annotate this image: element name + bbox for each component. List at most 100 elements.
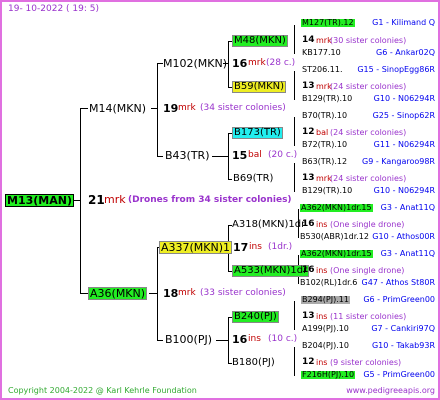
connector-g2a-vertical <box>228 41 229 87</box>
gen4-6-code: G9 - Kangaroo98R <box>362 157 435 166</box>
connector-g2b-vertical <box>228 133 229 179</box>
gen3-2-num: 12 <box>302 127 315 137</box>
gen1-bot-note: (33 sister colonies) <box>200 288 286 298</box>
gen2-d-name[interactable]: B100(PJ) <box>165 334 212 345</box>
connector-g2d <box>216 340 228 341</box>
gen3-3-name[interactable]: B69(TR) <box>233 174 273 184</box>
gen1-top-note: (34 sister colonies) <box>200 103 286 113</box>
gen3-5-note: (One single drone) <box>330 266 405 275</box>
root-mrk: mrk <box>104 193 126 206</box>
footer-copyright: Copyright 2004-2022 @ Karl Kehrle Founda… <box>8 386 197 395</box>
gen3-6-note: (11 sister colonies) <box>330 312 407 321</box>
connector-gen1-bot <box>80 293 88 294</box>
gen4-4-code: G25 - Sinop62R <box>372 111 435 120</box>
gen3-0-num: 14 <box>302 35 315 45</box>
gen4-1-name[interactable]: KB177.10 <box>302 49 341 57</box>
gen4-12-code: G6 - PrimGreen00 <box>363 295 435 304</box>
gen3-7-note: (9 sister colonies) <box>330 358 402 367</box>
connector-g3-2 <box>294 117 295 146</box>
gen4-0-name[interactable]: M127(TR).12 <box>301 19 355 27</box>
gen3-7-name[interactable]: B180(PJ) <box>232 358 275 368</box>
pedigree-chart: 19- 10-2022 ( 19: 5) M13(MAN) 21 mrk (Dr… <box>0 0 440 400</box>
connector-a36-d <box>157 340 163 341</box>
gen4-13-code: G7 - Cankiri97Q <box>371 324 435 333</box>
gen4-2-code: G15 - SinopEgg86R <box>357 65 435 74</box>
connector-gen1-vertical <box>80 108 81 293</box>
gen3-1-name[interactable]: B59(MKN) <box>232 81 287 93</box>
gen4-0-code: G1 - Kilimand Q <box>372 18 435 27</box>
gen4-12-name[interactable]: B294(PJ).11 <box>301 296 350 304</box>
gen4-11-name[interactable]: B102(RL)1dr.6 <box>300 279 357 287</box>
connector-g3-1 <box>294 71 295 100</box>
gen4-5-code: G11 - N06294R <box>373 140 435 149</box>
gen3-3-num: 13 <box>302 173 315 183</box>
gen2-d-mrk: ins <box>248 334 261 344</box>
gen4-4-name[interactable]: B70(TR).10 <box>302 112 347 120</box>
gen4-14-name[interactable]: B204(PJ).10 <box>302 342 349 350</box>
gen3-4-note: (One single drone) <box>330 220 405 229</box>
gen4-1-code: G6 - Ankar02Q <box>376 48 435 57</box>
root-note: (Drones from 34 sister colonies) <box>128 195 292 205</box>
gen2-c-note: (1dr.) <box>268 242 293 252</box>
gen1-top-mrk: mrk <box>178 103 196 113</box>
gen4-3-name[interactable]: B129(TR).10 <box>302 95 352 103</box>
gen3-5-mrk: ins <box>316 266 328 275</box>
gen2-d-num: 16 <box>232 333 248 346</box>
gen2-a-mrk: mrk <box>248 58 266 68</box>
gen2-a-note: (28 c.) <box>266 58 296 68</box>
connector-m14-b <box>157 156 163 157</box>
gen3-4-name[interactable]: A318(MKN)1dr <box>232 220 305 230</box>
connector-gen1-top <box>80 108 88 109</box>
gen2-d-note: (10 c.) <box>268 334 298 344</box>
gen4-5-name[interactable]: B72(TR).10 <box>302 141 347 149</box>
gen1-bot-mrk: mrk <box>178 288 196 298</box>
root-num: 21 <box>88 193 105 207</box>
gen3-5-name[interactable]: A533(MKN)1dr <box>232 265 310 277</box>
gen3-2-mrk: bal <box>316 128 329 137</box>
gen4-7-code: G10 - N06294R <box>373 186 435 195</box>
gen1-top-name[interactable]: M14(MKN) <box>89 103 146 114</box>
connector-g2b <box>212 156 228 157</box>
gen2-c-name[interactable]: A337(MKN)1 <box>159 241 233 254</box>
gen1-bot-num: 18 <box>163 287 179 300</box>
gen4-13-name[interactable]: A199(PJ).10 <box>302 325 349 333</box>
gen4-9-name[interactable]: B530(ABR)1dr.12 <box>300 233 369 241</box>
gen3-5-num: 16 <box>302 265 315 275</box>
gen4-6-name[interactable]: B63(TR).12 <box>302 158 347 166</box>
gen4-15-code: G5 - PrimGreen00 <box>363 370 435 379</box>
gen2-c-num: 17 <box>233 241 249 254</box>
gen4-15-name[interactable]: F216H(PJ).10 <box>301 371 356 379</box>
gen3-7-mrk: ins <box>316 358 328 367</box>
gen3-4-mrk: ins <box>316 220 328 229</box>
gen3-3-note: (24 sister colonies) <box>330 174 407 183</box>
gen2-c-mrk: ins <box>249 242 262 252</box>
gen3-6-mrk: ins <box>316 312 328 321</box>
gen3-7-num: 12 <box>302 357 315 367</box>
gen3-4-num: 16 <box>302 219 315 229</box>
gen3-1-num: 13 <box>302 81 315 91</box>
root-queen-name[interactable]: M13(MAN) <box>5 194 74 207</box>
gen4-11-code: G47 - Athos St80R <box>361 278 435 287</box>
connector-g3-7 <box>294 347 295 376</box>
gen4-10-name[interactable]: A362(MKN)1dr.15 <box>300 250 373 258</box>
gen2-b-name[interactable]: B43(TR) <box>165 150 210 161</box>
footer-site-link[interactable]: www.pedigreeapis.org <box>346 387 435 395</box>
connector-g3-3 <box>294 163 295 192</box>
gen3-6-name[interactable]: B240(PJ) <box>232 311 279 323</box>
gen1-top-num: 19 <box>163 102 179 115</box>
gen3-0-name[interactable]: M48(MKN) <box>232 35 288 47</box>
gen3-2-name[interactable]: B173(TR) <box>232 127 283 139</box>
gen4-3-code: G10 - N06294R <box>373 94 435 103</box>
gen4-14-code: G10 - Takab93R <box>371 341 435 350</box>
gen4-2-name[interactable]: ST206.11. <box>302 66 343 74</box>
gen4-8-name[interactable]: A362(MKN)1dr.15 <box>300 204 373 212</box>
gen4-10-code: G3 - Anat11Q <box>380 249 435 258</box>
connector-g2b-2 <box>228 179 232 180</box>
gen3-0-note: (30 sister colonies) <box>330 36 407 45</box>
gen1-bot-name[interactable]: A36(MKN) <box>88 287 148 300</box>
connector-g3-0 <box>294 25 295 54</box>
gen4-7-name[interactable]: B129(TR).10 <box>302 187 352 195</box>
gen2-a-name[interactable]: M102(MKN) <box>163 58 227 69</box>
connector-g2d-vertical <box>228 317 229 363</box>
connector-m14-vertical <box>157 63 158 156</box>
